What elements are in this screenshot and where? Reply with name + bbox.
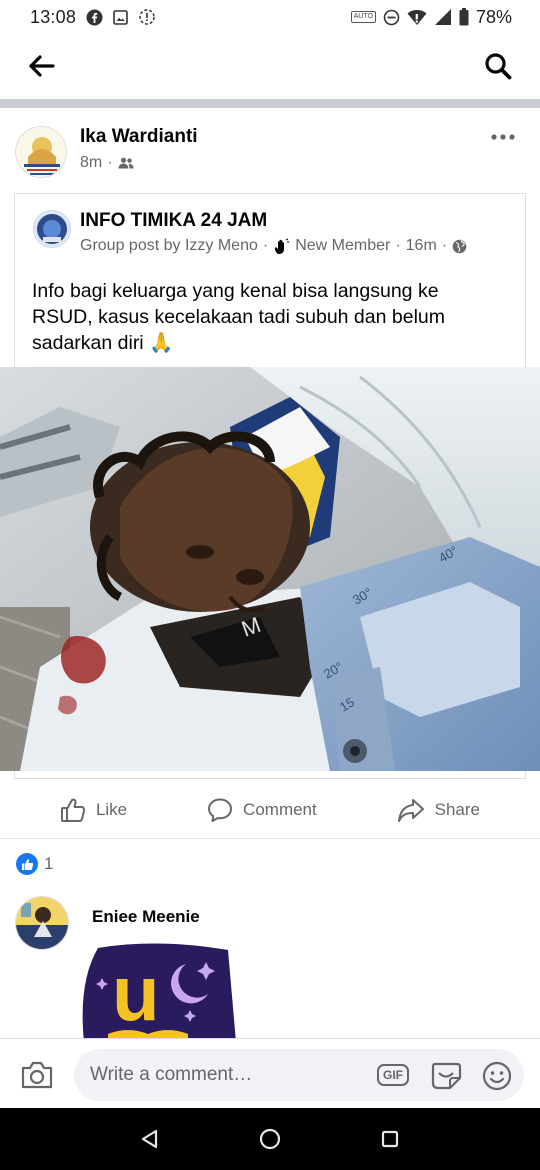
alert-notification-icon xyxy=(138,8,156,26)
post-meta: 8m · xyxy=(80,154,134,172)
friends-icon xyxy=(118,157,134,169)
more-options-button[interactable] xyxy=(488,128,518,146)
gallery-notification-icon xyxy=(113,9,128,25)
globe-icon xyxy=(452,239,467,253)
like-thumb-icon xyxy=(60,798,86,822)
comment-label: Comment xyxy=(243,800,317,819)
battery-percent: 78% xyxy=(475,6,512,27)
camera-button[interactable] xyxy=(19,1057,55,1093)
author-avatar[interactable] xyxy=(15,126,67,178)
group-name[interactable]: INFO TIMIKA 24 JAM xyxy=(80,210,267,232)
post-header: Ika Wardianti 8m · xyxy=(0,110,540,190)
sticker-letter: u xyxy=(112,949,160,1037)
like-label: Like xyxy=(95,800,128,819)
share-label: Share xyxy=(434,800,481,819)
gif-icon: GIF xyxy=(377,1064,409,1086)
auto-brightness-icon: AUTO xyxy=(350,11,376,23)
android-navigation-bar xyxy=(0,1108,540,1170)
gif-button[interactable]: GIF xyxy=(376,1061,410,1089)
group-meta: Group post by Izzy Meno · New Member · 1… xyxy=(80,237,467,255)
commenter-avatar[interactable] xyxy=(15,896,69,950)
android-recents-button[interactable] xyxy=(370,1119,410,1159)
comment-sticker: u xyxy=(78,942,236,1042)
circle-home-icon xyxy=(259,1128,281,1150)
shared-post-time[interactable]: 16m xyxy=(406,237,437,255)
author-name[interactable]: Ika Wardianti xyxy=(80,126,198,148)
do-not-disturb-icon xyxy=(383,9,400,26)
triangle-back-icon xyxy=(141,1129,158,1149)
post-image[interactable]: M 40° 30° 20° 15 xyxy=(0,367,540,771)
hospital-photo: M 40° 30° 20° 15 xyxy=(0,367,540,771)
emoji-button[interactable] xyxy=(480,1059,514,1093)
search-button[interactable] xyxy=(478,46,518,86)
comment-input[interactable] xyxy=(90,1062,360,1088)
header-divider xyxy=(0,99,540,108)
reactions-summary[interactable]: 1 xyxy=(16,853,53,875)
wave-hand-icon xyxy=(275,238,290,254)
signal-icon xyxy=(434,8,452,26)
actions-divider xyxy=(0,838,540,839)
top-nav xyxy=(0,34,540,98)
back-arrow-icon xyxy=(29,55,55,77)
android-home-button[interactable] xyxy=(250,1119,290,1159)
like-button[interactable]: Like xyxy=(60,797,127,823)
battery-icon xyxy=(459,8,469,26)
camera-icon xyxy=(21,1061,53,1089)
comment-box[interactable]: GIF xyxy=(74,1049,524,1101)
comment-item: Eniee Meenie u xyxy=(15,896,525,1042)
android-back-button[interactable] xyxy=(130,1119,170,1159)
facebook-notification-icon xyxy=(86,9,103,26)
square-recents-icon xyxy=(381,1130,399,1148)
comment-button[interactable]: Comment xyxy=(207,797,317,823)
sticker-button[interactable] xyxy=(428,1059,464,1091)
share-button[interactable]: Share xyxy=(397,797,480,823)
comment-bubble-icon xyxy=(208,798,233,822)
pray-emoji: 🙏 xyxy=(149,332,174,354)
more-dots-icon xyxy=(491,134,515,140)
meta-separator: · xyxy=(107,154,113,171)
reaction-count: 1 xyxy=(44,854,54,873)
comment-composer: GIF xyxy=(0,1038,540,1108)
status-bar: 13:08 AUTO 78% xyxy=(0,0,540,34)
post-body-text: Info bagi keluarga yang kenal bisa langs… xyxy=(32,280,445,354)
status-time: 13:08 xyxy=(30,6,77,27)
sticker-icon xyxy=(431,1062,462,1090)
search-icon xyxy=(485,53,512,80)
wifi-icon xyxy=(407,9,427,26)
group-byline[interactable]: Group post by Izzy Meno xyxy=(80,237,258,255)
back-button[interactable] xyxy=(22,46,62,86)
group-avatar[interactable] xyxy=(33,210,71,248)
emoji-icon xyxy=(482,1061,512,1091)
like-reaction-icon xyxy=(16,853,38,875)
commenter-name[interactable]: Eniee Meenie xyxy=(92,907,200,927)
share-arrow-icon xyxy=(397,799,424,822)
post-text: Info bagi keluarga yang kenal bisa langs… xyxy=(32,278,502,356)
post-actions: Like Comment Share xyxy=(0,785,540,835)
new-member-badge: New Member xyxy=(295,237,391,254)
post-time[interactable]: 8m xyxy=(80,154,102,172)
